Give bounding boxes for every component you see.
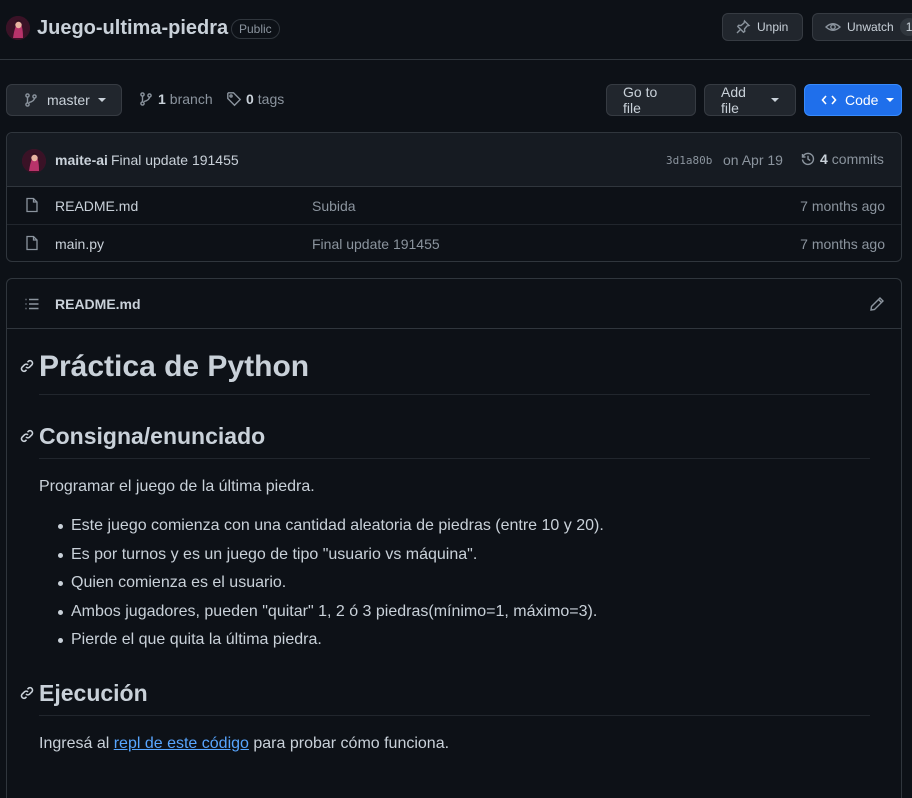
commits-label: commits (831, 151, 884, 167)
unpin-button[interactable]: Unpin (722, 13, 803, 41)
unpin-label: Unpin (757, 20, 789, 34)
list-item: Quien comienza es el usuario. (58, 569, 604, 598)
latest-commit-bar: maite-ai Final update 191455 3d1a80b on … (7, 133, 901, 187)
commit-sha[interactable]: 3d1a80b (666, 154, 712, 167)
readme-title: Práctica de Python (39, 347, 870, 395)
list-item: Este juego comienza con una cantidad ale… (58, 512, 604, 541)
file-icon (24, 235, 40, 251)
commit-author-avatar[interactable] (22, 149, 46, 173)
eye-icon (825, 19, 841, 35)
list-item: Ambos jugadores, pueden "quitar" 1, 2 ó … (58, 598, 604, 627)
heading-consigna: Consigna/enunciado (39, 419, 870, 459)
git-branch-icon (138, 91, 154, 107)
file-row[interactable]: main.py Final update 191455 7 months ago (7, 224, 901, 261)
repo-name[interactable]: Juego-ultima-piedra (37, 17, 228, 40)
heading-ejecucion: Ejecución (39, 676, 870, 716)
tags-link[interactable]: 0 tags (226, 91, 284, 107)
unwatch-label: Unwatch (847, 20, 894, 34)
watch-count: 1 (899, 18, 912, 36)
file-browser: maite-ai Final update 191455 3d1a80b on … (6, 132, 902, 262)
tag-icon (226, 91, 242, 107)
commits-link[interactable]: 4 commits (800, 151, 884, 167)
list-icon[interactable] (24, 296, 40, 312)
add-file-label: Add file (721, 84, 746, 116)
branches-count: 1 (158, 91, 166, 107)
readme-exec-paragraph: Ingresá al repl de este código para prob… (39, 735, 449, 753)
commits-count: 4 (820, 151, 828, 167)
file-row[interactable]: README.md Subida 7 months ago (7, 187, 901, 224)
rules-list: Este juego comienza con una cantidad ale… (58, 512, 604, 655)
owner-avatar[interactable] (6, 16, 30, 40)
repo-header: Juego-ultima-piedra Public Unpin Unwatch… (0, 0, 912, 60)
commit-author[interactable]: maite-ai (55, 152, 108, 168)
list-item: Es por turnos y es un juego de tipo "usu… (58, 541, 604, 570)
list-item: Pierde el que quita la última piedra. (58, 626, 604, 655)
tags-label: tags (257, 91, 285, 107)
chevron-down-icon (97, 98, 106, 102)
go-to-file-button[interactable]: Go to file (606, 84, 696, 116)
code-icon (821, 92, 837, 108)
file-commit-message[interactable]: Subida (312, 198, 356, 214)
exec-prefix: Ingresá al (39, 735, 110, 752)
pencil-icon[interactable] (869, 296, 885, 312)
link-icon[interactable] (19, 428, 35, 444)
file-name[interactable]: README.md (55, 198, 138, 214)
pin-icon (735, 19, 751, 35)
commit-date: on Apr 19 (723, 152, 783, 168)
code-label: Code (845, 92, 879, 108)
tags-count: 0 (246, 91, 254, 107)
chevron-down-icon (771, 98, 779, 102)
link-icon[interactable] (19, 685, 35, 701)
file-name[interactable]: main.py (55, 236, 104, 252)
visibility-badge: Public (231, 19, 280, 39)
readme-header: README.md (7, 279, 901, 329)
exec-suffix: para probar cómo funciona. (253, 735, 450, 752)
link-icon[interactable] (19, 358, 35, 374)
branch-name: master (47, 92, 90, 108)
git-branch-icon (23, 92, 39, 108)
file-icon (24, 197, 40, 213)
chevron-down-icon (886, 98, 895, 102)
commit-message[interactable]: Final update 191455 (111, 152, 239, 168)
unwatch-button[interactable]: Unwatch 1 (812, 13, 912, 41)
file-commit-message[interactable]: Final update 191455 (312, 236, 440, 252)
repl-link[interactable]: repl de este código (114, 735, 249, 752)
add-file-button[interactable]: Add file (704, 84, 796, 116)
branches-label: branch (169, 91, 213, 107)
file-age: 7 months ago (800, 198, 885, 214)
readme-panel: README.md Práctica de Python Consigna/en… (6, 278, 902, 798)
go-to-file-label: Go to file (623, 84, 658, 116)
file-age: 7 months ago (800, 236, 885, 252)
branches-link[interactable]: 1 branch (138, 91, 213, 107)
code-button[interactable]: Code (804, 84, 902, 116)
readme-intro: Programar el juego de la última piedra. (39, 478, 315, 495)
readme-filename: README.md (55, 296, 141, 312)
branch-selector[interactable]: master (6, 84, 122, 116)
history-icon (800, 151, 816, 167)
